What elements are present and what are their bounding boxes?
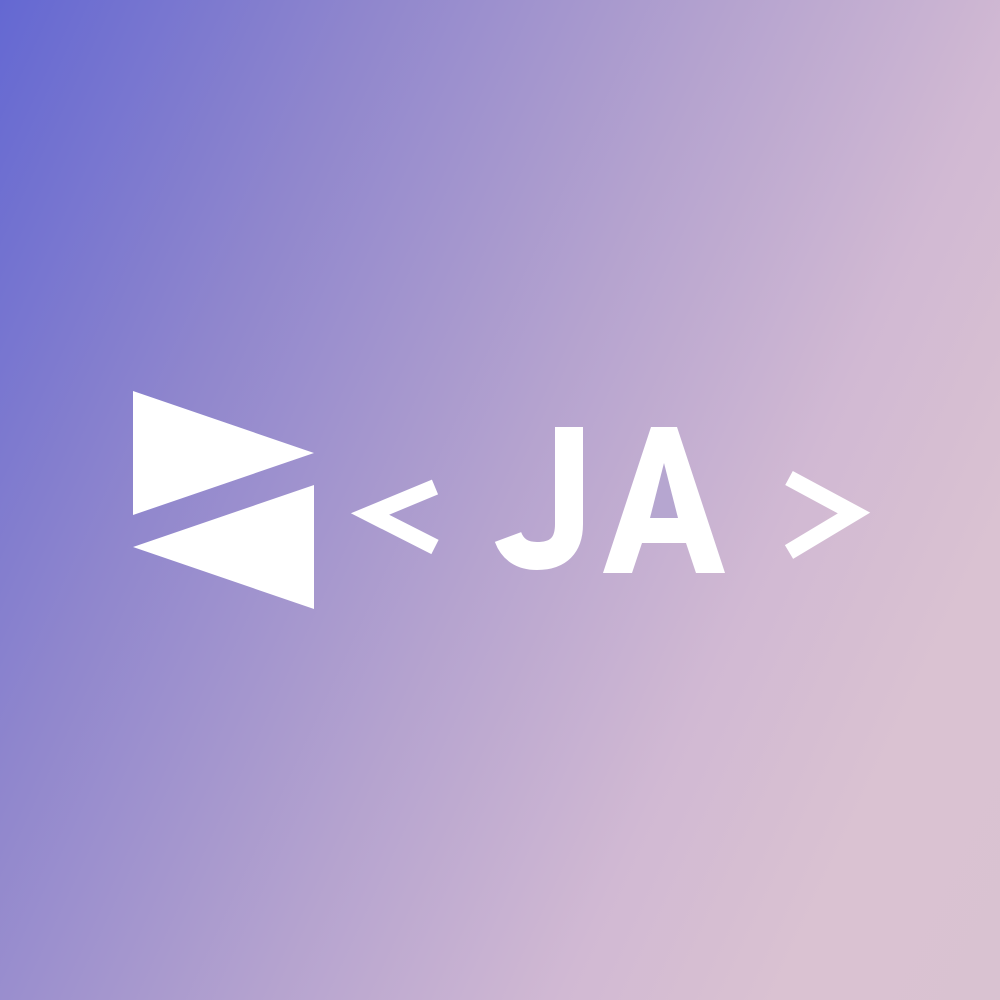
bracket-close-glyph — [784, 470, 871, 559]
bracket-open-glyph — [350, 479, 439, 555]
letter-a-glyph — [603, 427, 725, 573]
logo-canvas — [0, 0, 1000, 1000]
logo — [133, 391, 871, 609]
letter-j-glyph — [494, 427, 583, 570]
split-triangle-icon — [133, 391, 314, 609]
